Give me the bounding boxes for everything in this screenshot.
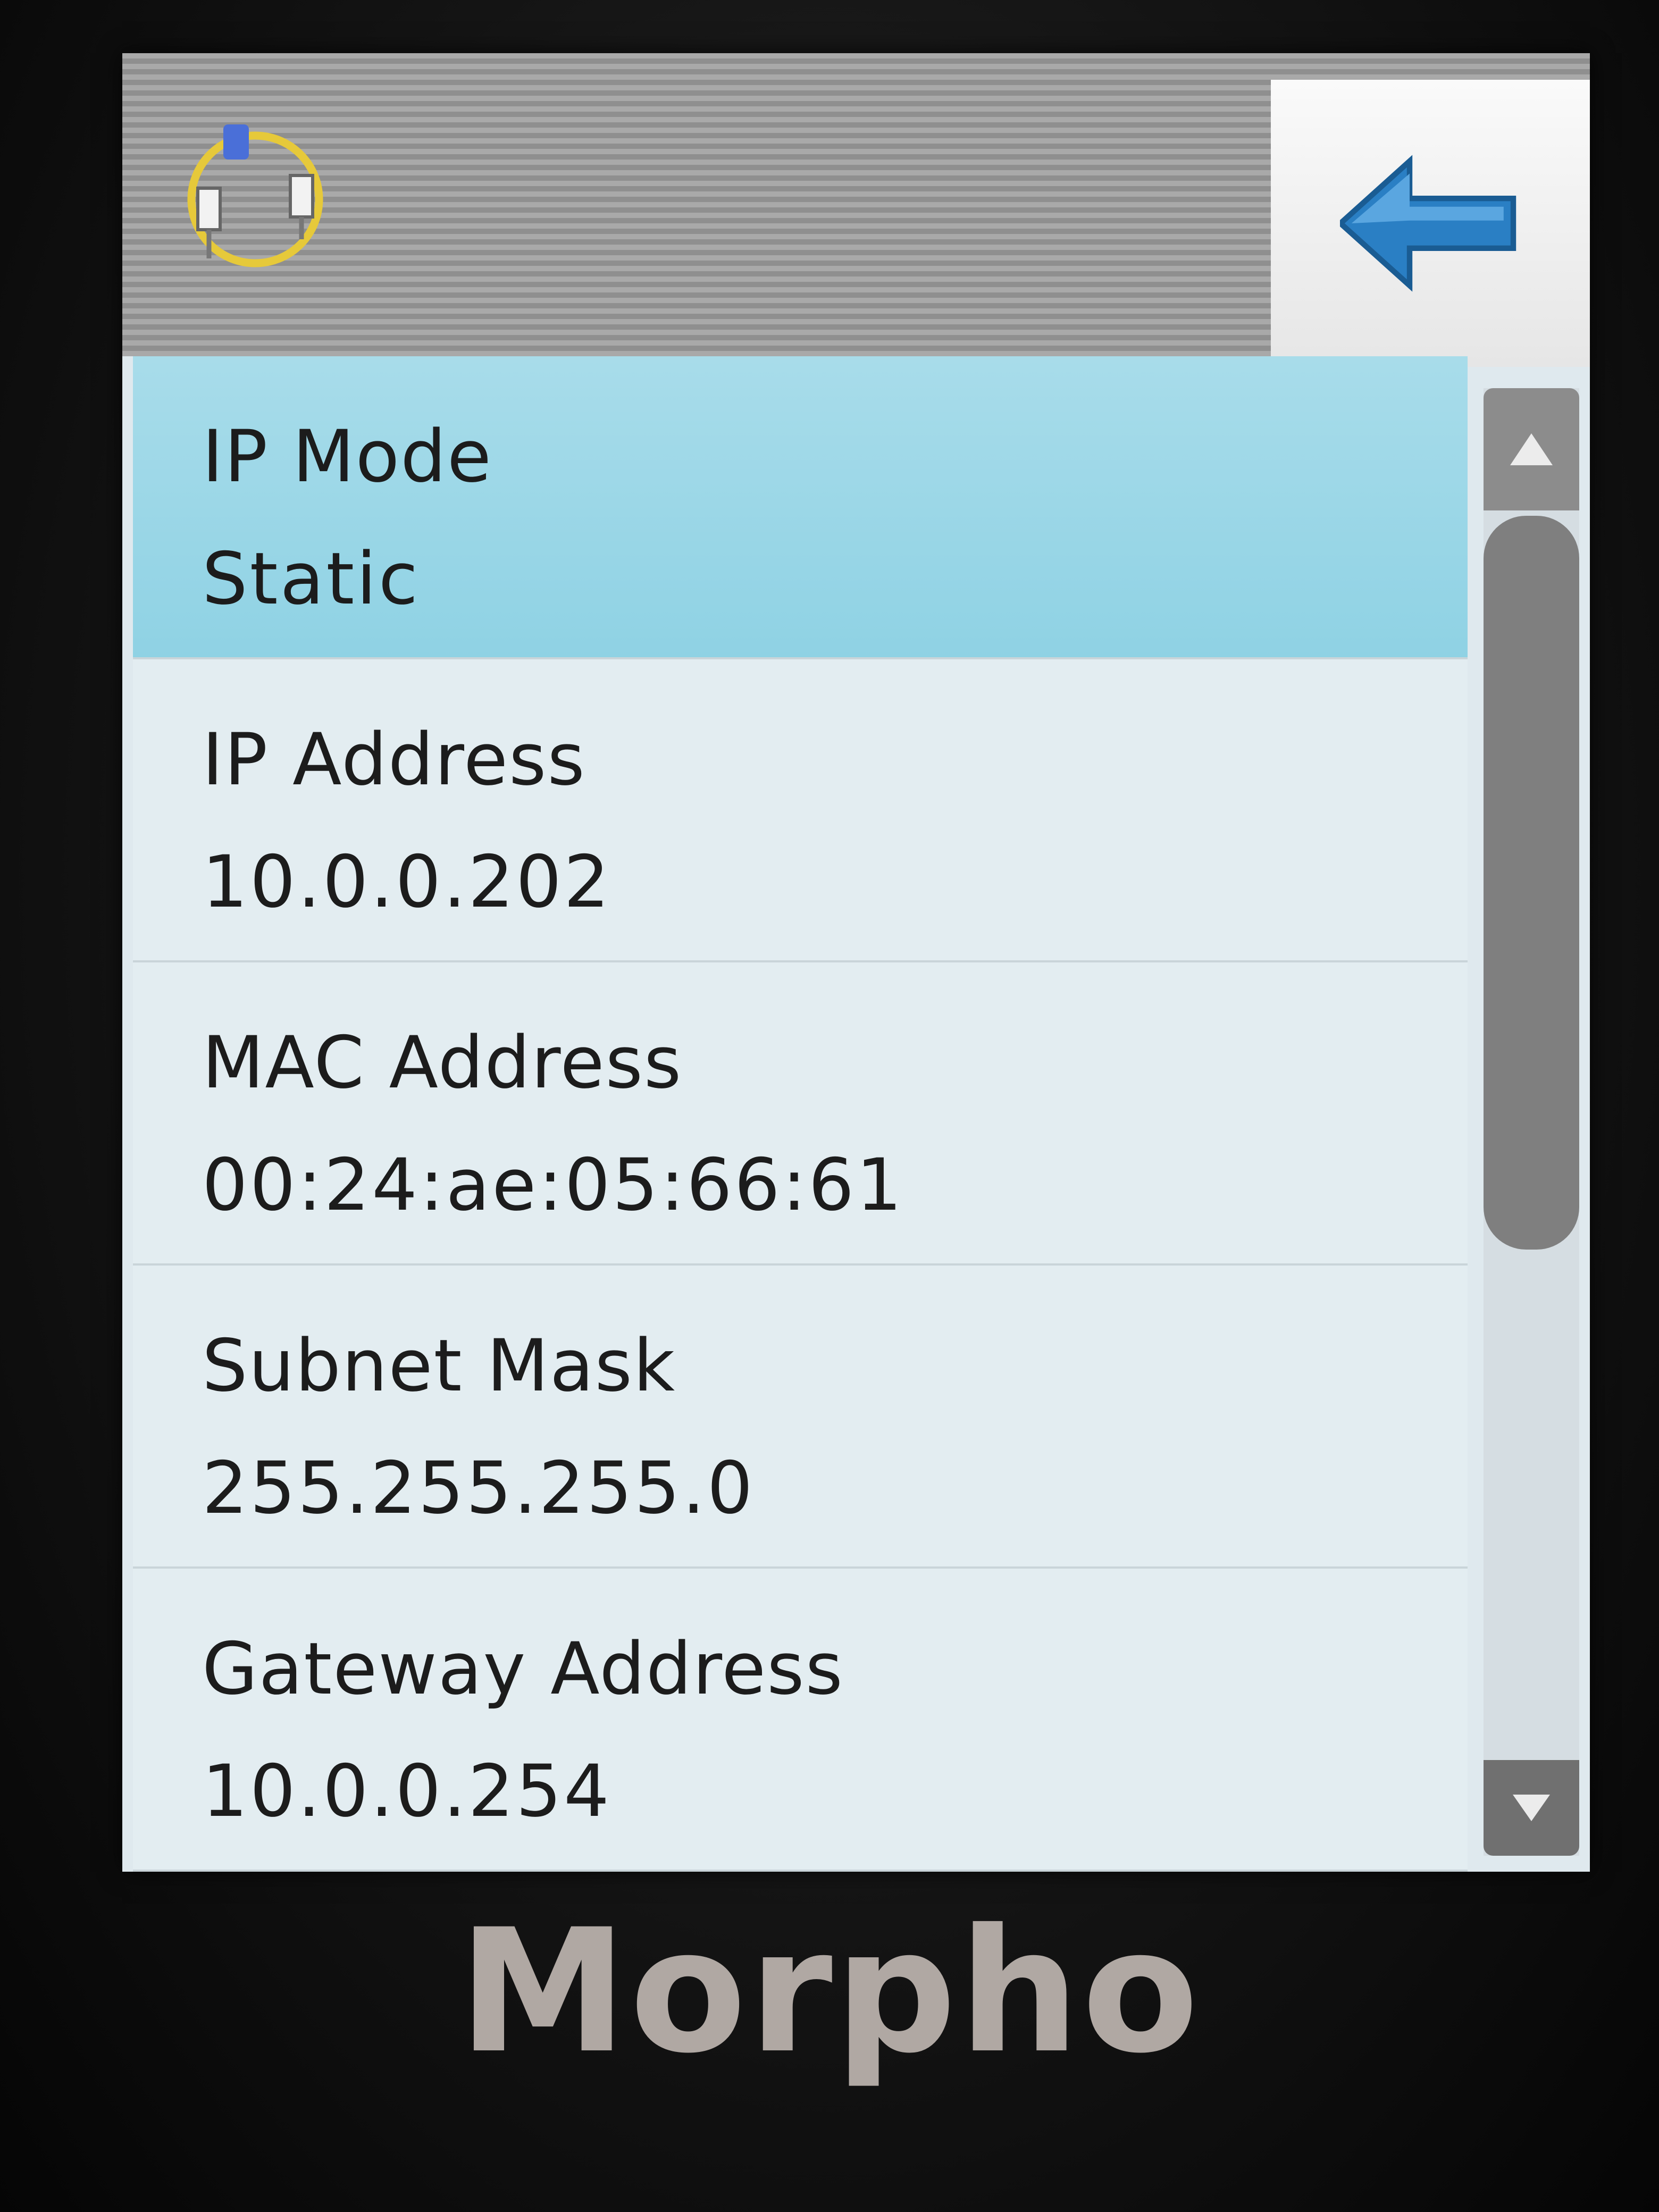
- list-item-mac-address[interactable]: MAC Address 00:24:ae:05:66:61: [133, 962, 1468, 1266]
- triangle-down-icon: [1513, 1795, 1550, 1821]
- scroll-down-button[interactable]: [1484, 1760, 1579, 1856]
- item-label: Gateway Address: [202, 1627, 844, 1711]
- network-settings-list: IP Mode Static IP Address 10.0.0.202 MAC…: [133, 356, 1468, 1872]
- brand-logo: Morpho: [458, 1893, 1201, 2091]
- item-value: 00:24:ae:05:66:61: [202, 1143, 904, 1227]
- item-value: 10.0.0.202: [202, 840, 611, 924]
- scroll-up-button[interactable]: [1484, 388, 1579, 510]
- item-label: Subnet Mask: [202, 1324, 676, 1407]
- list-item-gateway-address[interactable]: Gateway Address 10.0.0.254: [133, 1569, 1468, 1872]
- item-value: 255.255.255.0: [202, 1446, 755, 1530]
- item-value: Static: [202, 537, 421, 621]
- item-value: 10.0.0.254: [202, 1749, 611, 1833]
- list-item-subnet-mask[interactable]: Subnet Mask 255.255.255.0: [133, 1266, 1468, 1569]
- scrollbar[interactable]: [1484, 388, 1579, 1856]
- item-label: MAC Address: [202, 1021, 683, 1104]
- back-arrow-icon: [1340, 155, 1516, 292]
- list-item-ip-address[interactable]: IP Address 10.0.0.202: [133, 659, 1468, 962]
- back-button[interactable]: [1271, 80, 1590, 367]
- triangle-up-icon: [1510, 433, 1553, 465]
- item-label: IP Address: [202, 718, 586, 801]
- scroll-thumb[interactable]: [1484, 516, 1579, 1250]
- network-settings-icon: [175, 112, 335, 287]
- list-item-ip-mode[interactable]: IP Mode Static: [133, 356, 1468, 659]
- device-screen: IP Mode Static IP Address 10.0.0.202 MAC…: [122, 53, 1590, 1872]
- item-label: IP Mode: [202, 415, 492, 498]
